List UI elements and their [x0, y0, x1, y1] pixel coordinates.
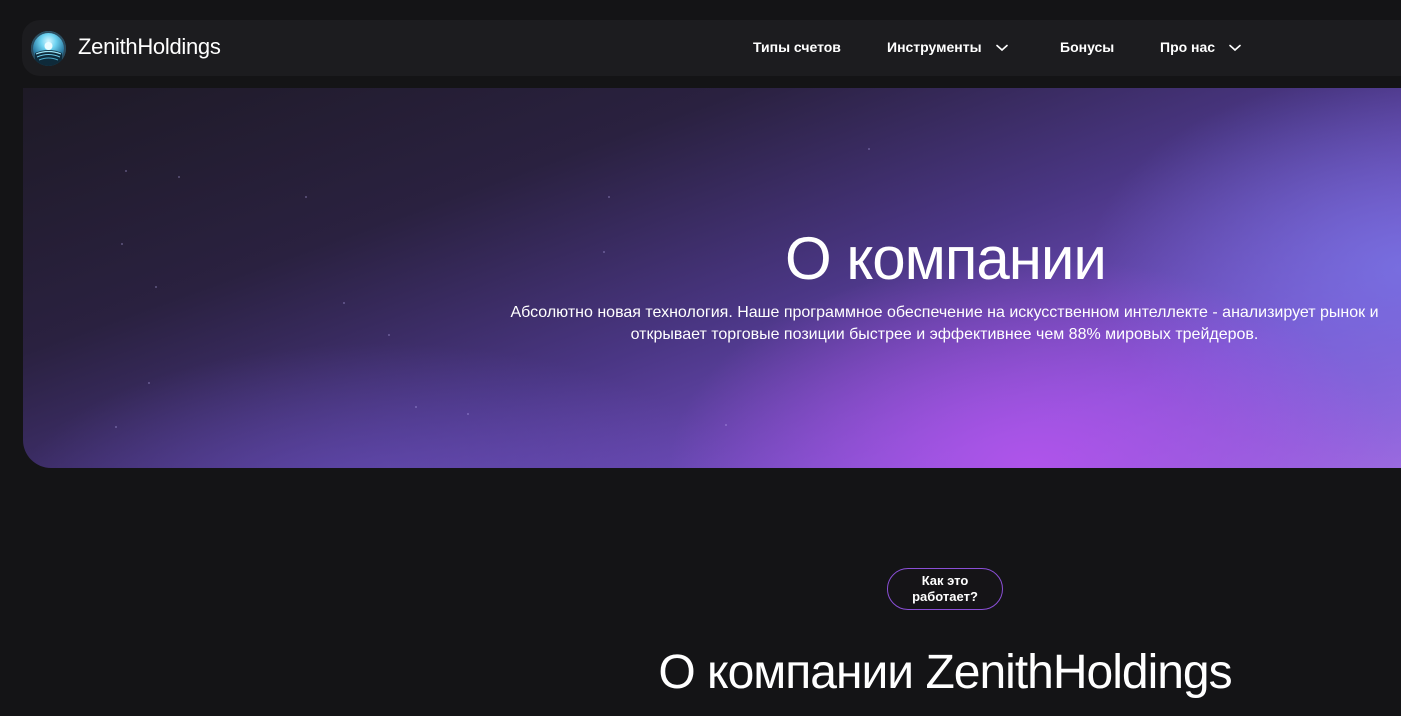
star-decoration	[343, 302, 345, 304]
zenith-logo-icon[interactable]	[31, 31, 66, 66]
star-decoration	[125, 170, 127, 172]
star-decoration	[868, 148, 870, 150]
star-decoration	[121, 243, 123, 245]
nav-item-about[interactable]: Про нас	[1160, 39, 1241, 55]
how-it-works-badge[interactable]: Как это работает?	[887, 568, 1003, 610]
nav-item-bonuses[interactable]: Бонусы	[1060, 39, 1114, 55]
hero-description: Абсолютно новая технология. Наше програм…	[510, 304, 1379, 343]
top-navbar: ZenithHoldings Типы счетов Инструменты Б…	[22, 20, 1401, 76]
nav-item-label: Бонусы	[1060, 39, 1115, 55]
star-decoration	[148, 382, 150, 384]
chevron-down-icon	[995, 39, 1008, 55]
star-decoration	[178, 176, 180, 178]
nav-item-label: Про нас	[1160, 39, 1216, 55]
section-title: О компании ZenithHoldings	[658, 646, 1232, 699]
nav-item-label: Типы счетов	[753, 39, 841, 55]
chevron-down-icon	[1229, 39, 1241, 55]
nav-item-label: Инструменты	[887, 39, 982, 55]
hero-banner: О компании Абсолютно новая технология. Н…	[23, 88, 1401, 468]
star-decoration	[115, 426, 117, 428]
hero-title: О компании	[785, 225, 1107, 292]
star-decoration	[725, 424, 727, 426]
star-decoration	[467, 413, 469, 415]
brand-name[interactable]: ZenithHoldings	[78, 34, 221, 60]
nav-item-account-types[interactable]: Типы счетов	[753, 39, 841, 55]
star-decoration	[388, 334, 390, 336]
star-decoration	[415, 406, 417, 408]
nav-item-instruments[interactable]: Инструменты	[887, 39, 1008, 55]
star-decoration	[155, 286, 157, 288]
star-decoration	[305, 196, 307, 198]
star-decoration	[608, 196, 610, 198]
